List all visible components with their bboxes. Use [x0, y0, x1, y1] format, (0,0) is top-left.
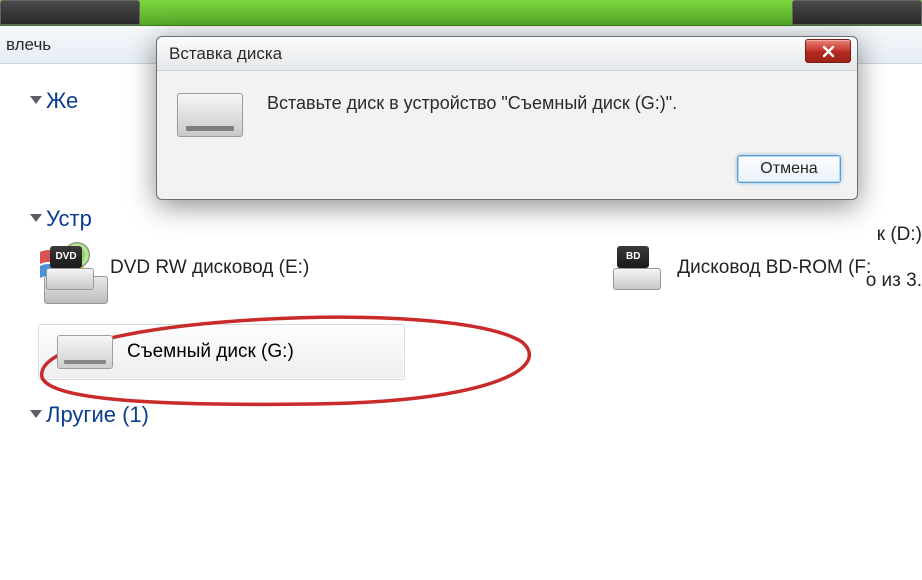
- toolbar-extract-button[interactable]: влечь: [6, 35, 51, 55]
- drive-bd[interactable]: BD Дисковод BD-ROM (F:: [609, 246, 871, 290]
- disk-free-partial: о из 3.: [866, 270, 922, 292]
- close-icon: [822, 45, 835, 58]
- taskbar-app-right[interactable]: [792, 0, 922, 25]
- devices-row: DVD DVD RW дисковод (E:) BD Дисковод BD-…: [42, 246, 922, 290]
- dvd-badge: DVD: [50, 246, 82, 268]
- dialog-footer: Отмена: [157, 145, 857, 199]
- dialog-titlebar[interactable]: Вставка диска: [157, 37, 857, 71]
- dialog-title: Вставка диска: [169, 44, 282, 64]
- removable-disk-icon: [177, 93, 243, 137]
- drive-removable[interactable]: Съемный диск (G:): [38, 324, 405, 380]
- taskbar-app-left[interactable]: [0, 0, 140, 25]
- taskbar: [0, 0, 922, 26]
- removable-disk-icon: [57, 335, 113, 369]
- collapse-icon[interactable]: [30, 410, 42, 418]
- drive-dvd[interactable]: DVD DVD RW дисковод (E:): [42, 246, 309, 290]
- drive-dvd-label: DVD RW дисковод (E:): [110, 257, 309, 279]
- section-devices-label: Устр: [46, 206, 92, 231]
- section-hard-drives-label: Же: [46, 88, 78, 113]
- dialog-message: Вставьте диск в устройство "Съемный диск…: [267, 89, 677, 137]
- section-other: Лругие (1): [32, 402, 922, 428]
- collapse-icon[interactable]: [30, 96, 42, 104]
- drive-removable-label: Съемный диск (G:): [127, 341, 294, 363]
- cancel-button[interactable]: Отмена: [737, 155, 841, 183]
- section-devices: Устр: [32, 206, 922, 232]
- close-button[interactable]: [805, 39, 851, 63]
- bd-badge: BD: [617, 246, 649, 268]
- removable-drive-group: Съемный диск (G:): [18, 324, 922, 380]
- dvd-drive-icon: DVD: [42, 246, 98, 290]
- collapse-icon[interactable]: [30, 214, 42, 222]
- dialog-body: Вставьте диск в устройство "Съемный диск…: [157, 71, 857, 145]
- insert-disk-dialog: Вставка диска Вставьте диск в устройство…: [156, 36, 858, 200]
- section-other-label: Лругие (1): [46, 402, 149, 427]
- drive-bd-label: Дисковод BD-ROM (F:: [677, 257, 871, 279]
- bd-drive-icon: BD: [609, 246, 665, 290]
- disk-d-label-partial: к (D:): [877, 224, 922, 246]
